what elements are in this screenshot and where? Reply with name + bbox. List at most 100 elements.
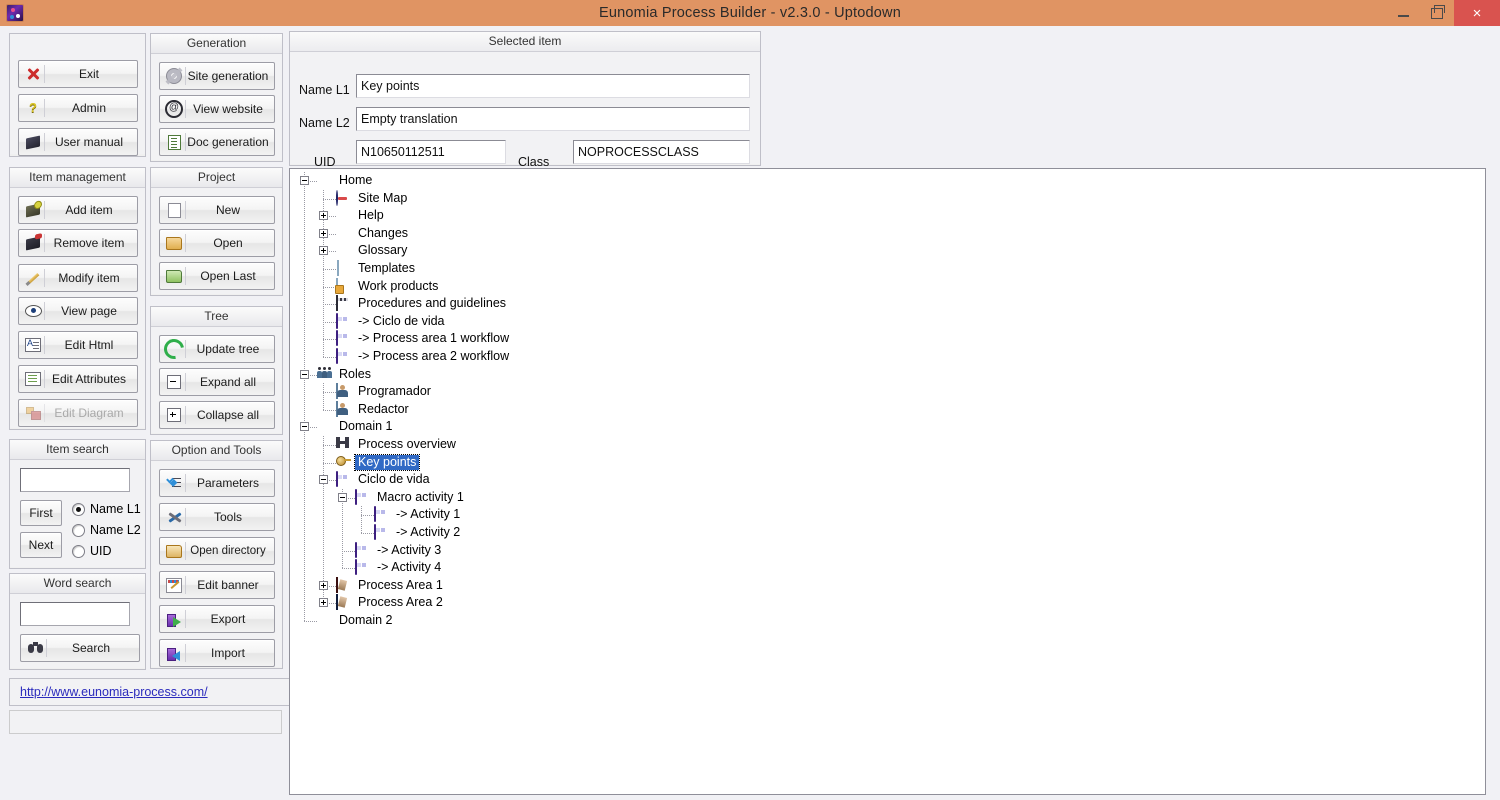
- edit-attributes-label: Edit Attributes: [51, 372, 127, 386]
- tree-node[interactable]: -> Process area 2 workflow: [336, 348, 512, 365]
- tree-guide-line: [323, 304, 336, 306]
- doc-generation-button[interactable]: Doc generation: [159, 128, 275, 156]
- view-page-button[interactable]: View page: [18, 297, 138, 325]
- tree-node[interactable]: -> Activity 4: [355, 559, 444, 576]
- admin-button[interactable]: ? Admin: [18, 94, 138, 122]
- tree-node[interactable]: Procedures and guidelines: [336, 295, 509, 312]
- tree-node[interactable]: Site Map: [336, 189, 410, 207]
- class-field[interactable]: NOPROCESSCLASS: [573, 140, 750, 164]
- tree-node[interactable]: Work products: [336, 277, 441, 295]
- process-area-b-icon: [336, 594, 352, 611]
- status-bar-empty: [9, 710, 282, 734]
- tree-expand-toggle[interactable]: [319, 228, 328, 238]
- tree-node[interactable]: Process overview: [336, 436, 459, 453]
- radio-name-l2[interactable]: Name L2: [72, 523, 141, 537]
- tree-expand-toggle[interactable]: [319, 246, 328, 256]
- tree-node-label: Macro activity 1: [377, 489, 464, 504]
- view-website-button[interactable]: @ View website: [159, 95, 275, 123]
- tree-node-label: Work products: [358, 278, 439, 293]
- tree-node[interactable]: Macro activity 1: [355, 488, 467, 506]
- radio-name-l1[interactable]: Name L1: [72, 502, 141, 516]
- site-generation-button[interactable]: Site generation: [159, 62, 275, 90]
- exit-button[interactable]: Exit: [18, 60, 138, 88]
- project-tree-panel[interactable]: Home Site Map Help Changes Glossary Templates…: [289, 168, 1486, 795]
- close-button[interactable]: ×: [1454, 0, 1500, 26]
- tree-node-label: Site Map: [358, 190, 408, 205]
- tree-guide-line: [361, 506, 362, 533]
- tree-node[interactable]: -> Ciclo de vida: [336, 312, 448, 330]
- add-item-button[interactable]: Add item: [18, 196, 138, 224]
- tree-node-label: Glossary: [358, 243, 408, 258]
- tree-node[interactable]: Templates: [336, 260, 418, 277]
- tree-node[interactable]: Domain 2: [317, 612, 396, 629]
- tree-node[interactable]: Process Area 1: [336, 576, 446, 594]
- tree-node[interactable]: Help: [336, 207, 387, 224]
- open-directory-button[interactable]: Open directory: [159, 537, 275, 565]
- tree-node[interactable]: Home: [317, 172, 375, 189]
- edit-banner-button[interactable]: Edit banner: [159, 571, 275, 599]
- new-project-button[interactable]: New: [159, 196, 275, 224]
- edit-html-label: Edit Html: [64, 338, 114, 352]
- tree-node[interactable]: Key points: [336, 453, 421, 471]
- word-search-group: Word search Search: [9, 573, 146, 670]
- tree-node[interactable]: -> Activity 2: [374, 524, 463, 541]
- tree-node[interactable]: Process Area 2: [336, 594, 446, 611]
- tree-expand-toggle[interactable]: [319, 580, 328, 590]
- tree-node-label: Domain 2: [339, 613, 393, 627]
- collapse-all-button[interactable]: Collapse all: [159, 401, 275, 429]
- tree-node[interactable]: Domain 1: [317, 418, 396, 435]
- tree-node[interactable]: Glossary: [336, 242, 410, 259]
- word-search-input[interactable]: [20, 602, 130, 626]
- tree-expand-toggle[interactable]: [319, 211, 328, 221]
- project-group: Project New Open Open Last: [150, 167, 283, 296]
- option-and-tools-title: Option and Tools: [151, 441, 282, 461]
- person-icon-glyph: [336, 383, 338, 400]
- name-l2-field[interactable]: Empty translation: [356, 107, 750, 131]
- tree-node[interactable]: -> Process area 1 workflow: [336, 330, 512, 347]
- tree-node[interactable]: Ciclo de vida: [336, 471, 433, 488]
- banner-edit-icon: [163, 576, 186, 594]
- parameters-button[interactable]: Parameters: [159, 469, 275, 497]
- tree-guide-line: [323, 198, 336, 200]
- import-button[interactable]: Import: [159, 639, 275, 667]
- website-link-box[interactable]: http://www.eunomia-process.com/: [9, 678, 292, 706]
- at-sign-icon: @: [163, 100, 186, 118]
- tree-node[interactable]: Roles: [317, 366, 374, 383]
- item-search-input[interactable]: [20, 468, 130, 492]
- export-button[interactable]: Export: [159, 605, 275, 633]
- tree-collapse-toggle[interactable]: [338, 492, 347, 502]
- open-project-button[interactable]: Open: [159, 229, 275, 257]
- tree-collapse-toggle[interactable]: [319, 475, 328, 485]
- tree-node[interactable]: Redactor: [336, 400, 412, 418]
- tree-collapse-toggle[interactable]: [300, 176, 309, 185]
- tree-collapse-toggle[interactable]: [300, 422, 309, 432]
- tree-node-label: -> Activity 1: [396, 507, 461, 522]
- tree-collapse-toggle[interactable]: [300, 369, 309, 379]
- workflow-icon-glyph: [355, 559, 357, 576]
- edit-html-button[interactable]: Edit Html: [18, 331, 138, 359]
- tree-node[interactable]: Changes: [336, 225, 411, 242]
- uid-field[interactable]: N10650112511: [356, 140, 506, 164]
- tools-button[interactable]: Tools: [159, 503, 275, 531]
- radio-uid[interactable]: UID: [72, 544, 112, 558]
- doc-generation-label: Doc generation: [187, 135, 269, 149]
- user-manual-button[interactable]: User manual: [18, 128, 138, 156]
- tree-expand-toggle[interactable]: [319, 598, 328, 608]
- open-last-project-button[interactable]: Open Last: [159, 262, 275, 290]
- minimize-button[interactable]: [1386, 0, 1420, 26]
- name-l1-field[interactable]: Key points: [356, 74, 750, 98]
- tree-node[interactable]: -> Activity 1: [374, 506, 463, 523]
- tree-node[interactable]: Programador: [336, 383, 434, 400]
- tree-node[interactable]: -> Activity 3: [355, 541, 444, 559]
- modify-item-button[interactable]: Modify item: [18, 264, 138, 292]
- edit-attributes-button[interactable]: Edit Attributes: [18, 365, 138, 393]
- remove-item-button[interactable]: Remove item: [18, 229, 138, 257]
- search-button[interactable]: Search: [20, 634, 140, 662]
- first-button[interactable]: First: [20, 500, 62, 526]
- next-button[interactable]: Next: [20, 532, 62, 558]
- website-link[interactable]: http://www.eunomia-process.com/: [20, 685, 208, 699]
- domain-ring-icon: [317, 613, 333, 628]
- update-tree-button[interactable]: Update tree: [159, 335, 275, 363]
- maximize-button[interactable]: [1420, 0, 1454, 26]
- expand-all-button[interactable]: Expand all: [159, 368, 275, 396]
